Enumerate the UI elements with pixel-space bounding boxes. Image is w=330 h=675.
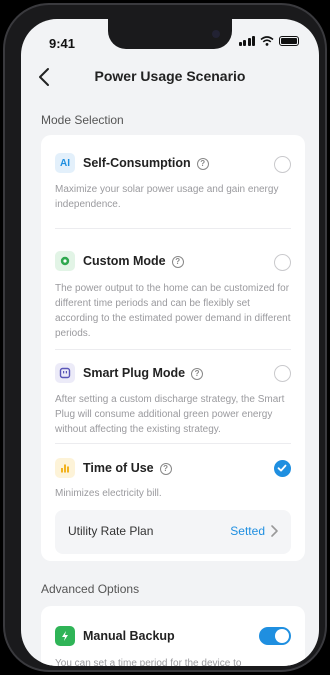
battery-icon <box>279 36 299 46</box>
mode-option-self-consumption[interactable]: AI Self-Consumption? Maximize your solar… <box>41 135 305 227</box>
status-icons <box>238 36 299 46</box>
mode-selection-card: AI Self-Consumption? Maximize your solar… <box>41 135 305 561</box>
section-label-mode-selection: Mode Selection <box>41 113 124 127</box>
section-label-advanced-options: Advanced Options <box>41 582 140 596</box>
gear-icon <box>55 251 75 271</box>
manual-backup-description: You can set a time period for the device… <box>55 658 242 666</box>
mode-description: Minimizes electricity bill. <box>55 488 162 499</box>
notch <box>108 19 232 49</box>
page-title: Power Usage Scenario <box>94 68 246 84</box>
mode-option-custom[interactable]: Custom Mode? The power output to the hom… <box>41 229 305 349</box>
mode-radio[interactable] <box>274 254 291 271</box>
help-icon[interactable]: ? <box>196 158 209 170</box>
mode-radio[interactable] <box>274 365 291 382</box>
bar-chart-icon <box>55 458 75 478</box>
camera <box>212 30 220 38</box>
mode-radio-checked[interactable] <box>274 460 291 477</box>
ai-icon: AI <box>55 153 75 173</box>
help-icon[interactable]: ? <box>191 368 204 380</box>
screen: 9:41 Power Usage Scenario Mode Selection… <box>21 19 319 666</box>
mode-title: Custom Mode? <box>83 254 184 268</box>
mode-description: The power output to the home can be cust… <box>55 283 291 339</box>
mode-title: Time of Use? <box>83 461 172 475</box>
help-icon[interactable]: ? <box>159 463 172 475</box>
chevron-right-icon <box>271 525 278 537</box>
advanced-options-card: Manual Backup You can set a time period … <box>41 606 305 666</box>
mode-description: Maximize your solar power usage and gain… <box>55 184 279 210</box>
mode-description: After setting a custom discharge strateg… <box>55 394 285 435</box>
wifi-icon <box>260 36 274 46</box>
cellular-signal-icon <box>238 36 255 46</box>
status-time: 9:41 <box>49 36 76 51</box>
mode-option-smart-plug[interactable]: Smart Plug Mode? After setting a custom … <box>41 350 305 446</box>
toggle-knob <box>275 629 289 643</box>
lightning-icon <box>55 626 75 646</box>
help-icon[interactable]: ? <box>171 256 184 268</box>
nav-header: Power Usage Scenario <box>21 63 319 93</box>
rate-plan-label: Utility Rate Plan <box>68 524 154 538</box>
mode-title: Self-Consumption? <box>83 156 209 170</box>
phone-frame: 9:41 Power Usage Scenario Mode Selection… <box>3 3 327 672</box>
rate-plan-value: Setted <box>230 524 265 538</box>
mode-title: Smart Plug Mode? <box>83 366 204 380</box>
manual-backup-toggle[interactable] <box>259 627 291 645</box>
smart-plug-icon <box>55 363 75 383</box>
manual-backup-title: Manual Backup <box>83 629 175 643</box>
mode-option-time-of-use[interactable]: Time of Use? Minimizes electricity bill.… <box>41 444 305 561</box>
utility-rate-plan-row[interactable]: Utility Rate Plan Setted <box>55 510 291 554</box>
mode-radio[interactable] <box>274 156 291 173</box>
checkmark-icon <box>277 464 287 472</box>
